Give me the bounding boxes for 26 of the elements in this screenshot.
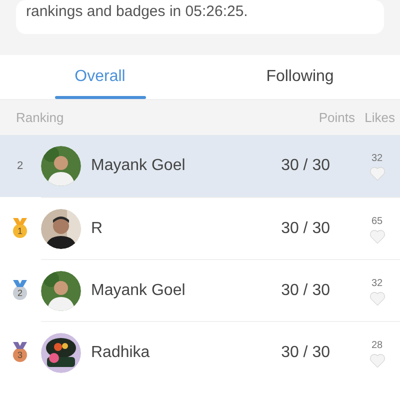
user-name: Radhika xyxy=(91,342,151,362)
likes-count: 32 xyxy=(370,152,384,166)
likes-count: 28 xyxy=(370,338,384,352)
heart-icon[interactable] xyxy=(369,228,386,244)
heart-icon[interactable] xyxy=(369,352,386,368)
points: 30 / 30 xyxy=(281,280,330,300)
user-name: Mayank Goel xyxy=(91,280,186,300)
ranking-row[interactable]: 2 Mayank Goel 30 / 30 32 xyxy=(0,135,400,197)
column-header: Points xyxy=(318,108,355,127)
points: 30 / 30 xyxy=(281,156,330,176)
user-name: Mayank Goel xyxy=(91,156,186,176)
column-header: Likes xyxy=(364,108,395,127)
likes-count: 65 xyxy=(370,214,384,228)
notice-card: rankings and badges in 05:26:25. xyxy=(16,0,384,34)
ribbon-icon xyxy=(13,280,27,287)
ribbon-icon xyxy=(13,342,27,349)
heart-icon[interactable] xyxy=(369,290,386,306)
heart-icon[interactable] xyxy=(369,166,386,181)
likes-count: 32 xyxy=(370,276,384,290)
rank-number: 2 xyxy=(16,158,24,174)
points: 30 / 30 xyxy=(281,342,330,362)
column-header: Ranking xyxy=(16,108,65,127)
tab[interactable]: Following xyxy=(200,55,400,99)
ribbon-icon xyxy=(13,218,27,225)
user-name: R xyxy=(91,218,104,238)
points: 30 / 30 xyxy=(281,218,330,238)
